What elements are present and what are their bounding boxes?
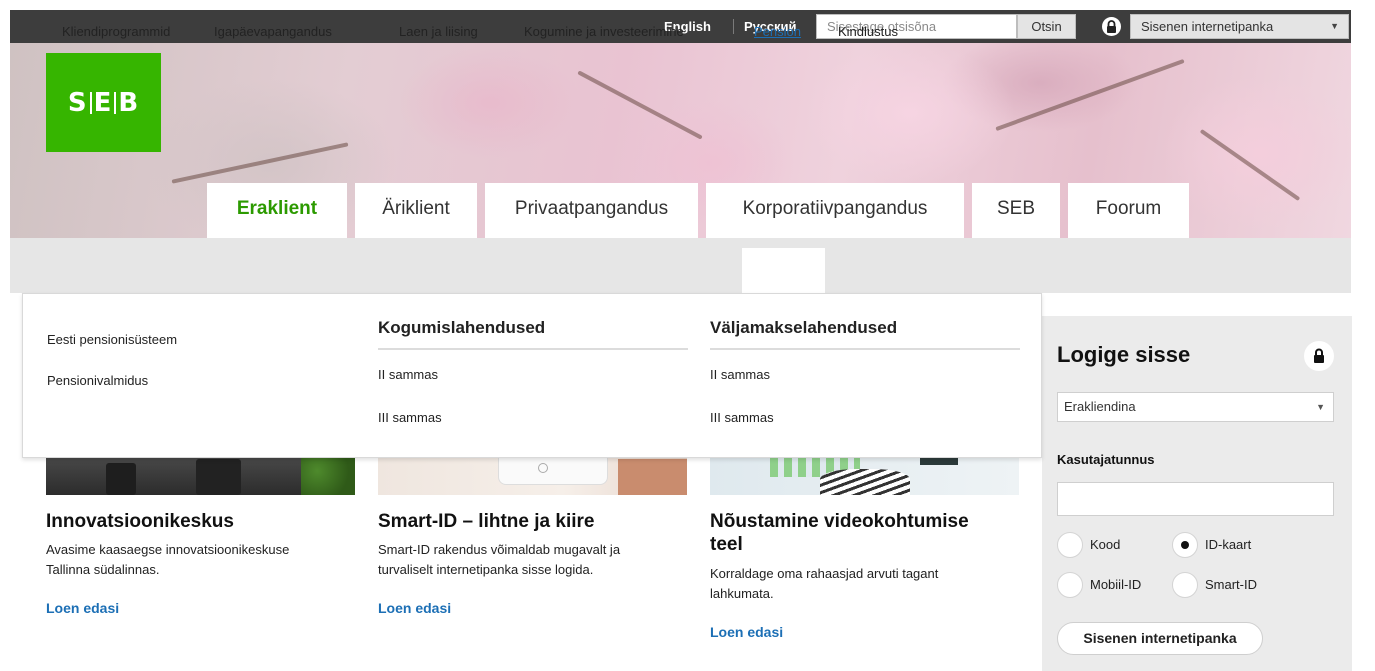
subnav-igapaevapangandus[interactable]: Igapäevapangandus <box>214 0 332 55</box>
menu-valjamakse-ii-sammas[interactable]: II sammas <box>710 367 770 382</box>
method-label: Smart-ID <box>1205 577 1257 592</box>
chevron-down-icon: ▼ <box>1330 21 1339 31</box>
customer-type-select[interactable]: Erakliendina ▼ <box>1057 392 1334 422</box>
lock-icon <box>1102 17 1121 36</box>
seb-logo[interactable]: SEB <box>46 53 161 152</box>
card-read-more-link[interactable]: Loen edasi <box>46 600 119 616</box>
search-button[interactable]: Otsin <box>1017 14 1076 39</box>
subnav-kogumine-ja-investeerimine[interactable]: Kogumine ja investeerimine <box>524 0 684 55</box>
seb-logo-text: SEB <box>67 87 140 118</box>
branch-decoration <box>1199 128 1301 202</box>
radio-button[interactable] <box>1172 532 1198 558</box>
card-title-videokohtumine[interactable]: Nõustamine videokohtumise teel <box>710 510 969 556</box>
card-description: Smart-ID rakendus võimaldab mugavalt ja t… <box>378 542 621 577</box>
internet-bank-login-label: Sisenen internetipanka <box>1141 19 1274 34</box>
username-label: Kasutajatunnus <box>1057 452 1155 467</box>
branch-decoration <box>995 58 1185 132</box>
tab-ariklient[interactable]: Äriklient <box>355 183 477 238</box>
username-input[interactable] <box>1057 482 1334 516</box>
video-consultation-image <box>710 455 1019 495</box>
menu-valjamakse-iii-sammas[interactable]: III sammas <box>710 410 774 425</box>
card-title-smart-id[interactable]: Smart-ID – lihtne ja kiire <box>378 510 594 533</box>
subnav-laen-ja-liising[interactable]: Laen ja liising <box>399 0 478 55</box>
card-read-more-link[interactable]: Loen edasi <box>710 624 783 640</box>
branch-decoration <box>577 70 703 140</box>
menu-kogumis-iii-sammas[interactable]: III sammas <box>378 410 442 425</box>
radio-button[interactable] <box>1057 572 1083 598</box>
innovation-center-image <box>46 455 355 495</box>
menu-kogumis-ii-sammas[interactable]: II sammas <box>378 367 438 382</box>
method-label: Mobiil-ID <box>1090 577 1142 592</box>
menu-pensionivalmidus[interactable]: Pensionivalmidus <box>47 373 148 388</box>
tab-privaatpangandus[interactable]: Privaatpangandus <box>485 183 698 238</box>
internet-bank-login-dropdown[interactable]: Sisenen internetipanka ▼ <box>1130 14 1349 39</box>
card-title-innovatsioonikeskus[interactable]: Innovatsioonikeskus <box>46 510 234 533</box>
subnav-kindlustus[interactable]: Kindlustus <box>838 0 898 55</box>
menu-divider <box>710 348 1020 350</box>
branch-decoration <box>171 142 349 184</box>
subnav-pension[interactable]: Pension <box>754 0 801 55</box>
secondary-nav-active-highlight <box>742 248 825 293</box>
lock-icon <box>1304 341 1334 371</box>
subnav-kliendiprogrammid[interactable]: Kliendiprogrammid <box>62 0 170 55</box>
radio-button[interactable] <box>1172 572 1198 598</box>
tab-foorum[interactable]: Foorum <box>1068 183 1189 238</box>
menu-heading-kogumislahendused: Kogumislahendused <box>378 318 546 337</box>
login-title: Logige sisse <box>1057 342 1191 367</box>
chevron-down-icon: ▼ <box>1316 402 1325 412</box>
tab-seb[interactable]: SEB <box>972 183 1060 238</box>
smart-id-image <box>378 455 687 495</box>
login-panel: Logige sisse Erakliendina ▼ Kasutajatunn… <box>1042 316 1352 671</box>
card-read-more-link[interactable]: Loen edasi <box>378 600 451 616</box>
login-submit-button[interactable]: Sisenen internetipanka <box>1057 622 1263 655</box>
method-label: Kood <box>1090 537 1121 552</box>
customer-type-value: Erakliendina <box>1064 399 1136 414</box>
menu-eesti-pensionisusteem[interactable]: Eesti pensionisüsteem <box>47 332 177 347</box>
menu-divider <box>378 348 688 350</box>
pension-mega-menu: Eesti pensionisüsteem Pensionivalmidus K… <box>22 293 1042 458</box>
card-description: Avasime kaasaegse innovatsioonikeskuse Ta… <box>46 542 290 577</box>
tab-eraklient[interactable]: Eraklient <box>207 183 347 238</box>
method-label: ID-kaart <box>1205 537 1252 552</box>
language-divider <box>733 19 734 34</box>
tab-korporatiivpangandus[interactable]: Korporatiivpangandus <box>706 183 964 238</box>
radio-button[interactable] <box>1057 532 1083 558</box>
menu-heading-valjamakselahendused: Väljamakselahendused <box>710 318 898 337</box>
secondary-nav <box>10 238 1351 293</box>
card-description: Korraldage oma rahaasjad arvuti tagant la… <box>710 566 939 601</box>
